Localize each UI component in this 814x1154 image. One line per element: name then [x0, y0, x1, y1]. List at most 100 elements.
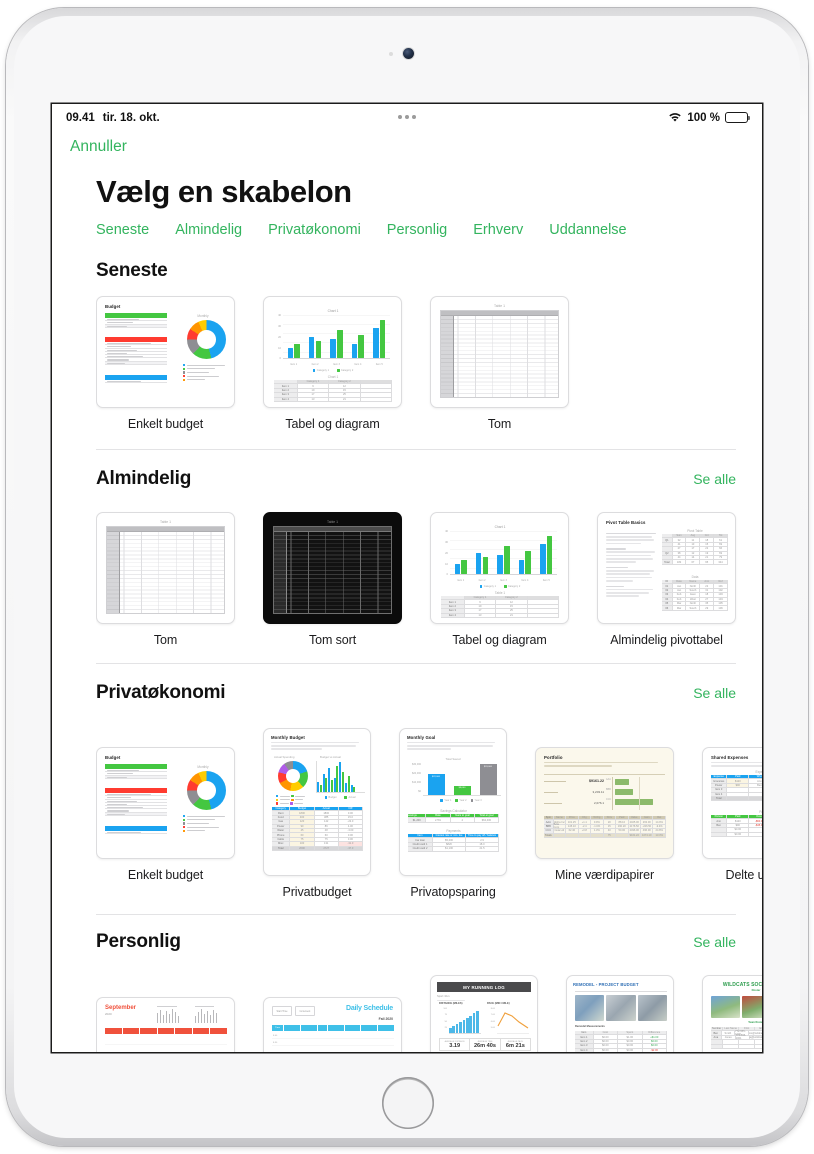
chart-legend: Category 1 Category 2: [441, 585, 559, 588]
template-card-privatopsparing[interactable]: Monthly Goal Total Saved $30,000 $20,000 …: [399, 728, 507, 899]
template-card-enkelt-budget[interactable]: Budget Monthly Enkelt budget: [96, 747, 235, 882]
thumbnail-art-monthly-budget: Monthly Budget Actual Spending Budget vs…: [264, 729, 370, 875]
template-card-privatbudget[interactable]: Monthly Budget Actual Spending Budget vs…: [263, 728, 371, 899]
template-label: Privatbudget: [282, 885, 352, 899]
tab-privatokonomi[interactable]: Privatøkonomi: [268, 222, 361, 238]
status-time: 09.41: [66, 111, 95, 124]
donut-chart: [278, 761, 308, 791]
template-card-tom[interactable]: Table 1 Tom: [430, 296, 569, 431]
status-bar: 09.41 tir. 18. okt. 100 %: [52, 104, 762, 131]
section-header: Privatøkonomi Se alle: [96, 682, 762, 704]
template-thumbnail[interactable]: Start Time Increment Daily Schedule Fall…: [263, 997, 402, 1052]
thumbnail-art-running-log: MY RUNNING LOG Sport: Run DISTANCE (MILE…: [431, 976, 537, 1052]
see-all-link[interactable]: Se alle: [693, 471, 736, 487]
template-label: Tabel og diagram: [285, 417, 380, 431]
cancel-button[interactable]: Annuller: [70, 138, 127, 156]
template-card-tom[interactable]: Table 1 Tom: [96, 512, 235, 647]
template-row[interactable]: Table 1 Tom Table 1 Tom sort Chart 1 40 …: [96, 490, 762, 647]
pivot-table-bottom: Data ID Date Name Amt Ref 01 Jan North 22 101 02…: [662, 575, 728, 611]
art-chart-caption: Monthly: [197, 314, 209, 318]
template-card-september[interactable]: September 2020: [96, 997, 235, 1052]
screen: 09.41 tir. 18. okt. 100 % Annuller Vælg …: [52, 104, 762, 1052]
data-table: Category Budget Actual Diff Rent 1800 1800 0.0…: [272, 807, 364, 851]
template-thumbnail[interactable]: Monthly Goal Total Saved $30,000 $20,000 …: [399, 728, 507, 876]
section-seneste: Seneste Budget Monthly Enkelt budget Cha…: [52, 238, 762, 431]
template-label: Tom sort: [308, 633, 357, 647]
stat-value: 3.19: [449, 1042, 461, 1049]
bar-chart: Chart 1 40 30 20 10 0 Item 1 Item 2 Item…: [441, 525, 559, 588]
template-row[interactable]: Budget: [96, 282, 762, 431]
template-label: Almindelig pivottabel: [610, 633, 723, 647]
art-title: Pivot Table Basics: [606, 520, 646, 525]
template-card-soccer-team[interactable]: WILDCATS SOCCER TEAM Roster Team Roster …: [702, 975, 762, 1052]
data-table: Table 1 Category 1 Category 2 Item 1 9 12 I…: [441, 591, 560, 618]
template-thumbnail[interactable]: September 2020: [96, 997, 235, 1052]
chart-legend: [276, 795, 310, 805]
template-card-delte-udgifter[interactable]: Shared Expenses Expenses ExpensePaidWhoA…: [702, 747, 762, 882]
template-thumbnail[interactable]: Table 1: [96, 512, 235, 624]
section-personlig: Personlig Se alle September 2020 Start T…: [52, 915, 762, 1052]
template-thumbnail[interactable]: MY RUNNING LOG Sport: Run DISTANCE (MILE…: [430, 975, 538, 1052]
tab-almindelig[interactable]: Almindelig: [175, 222, 242, 238]
template-thumbnail[interactable]: Monthly Budget Actual Spending Budget vs…: [263, 728, 371, 876]
template-row[interactable]: September 2020 Start Time Increment Dail…: [96, 953, 762, 1052]
template-card-almindelig-pivottabel[interactable]: Pivot Table Basics Pivot Table Sum Avg C…: [597, 512, 736, 647]
savings-calculator-table: Savings Calculator Monthly savings amoun…: [408, 809, 500, 823]
template-label: Enkelt budget: [127, 417, 204, 431]
template-card-remodel-budget[interactable]: REMODEL - PROJECT BUDGET Remodel Measure…: [566, 975, 674, 1052]
template-card-tom-sort[interactable]: Table 1 Tom sort: [263, 512, 402, 647]
template-row[interactable]: Budget: [96, 704, 762, 899]
tab-uddannelse[interactable]: Uddannelse: [549, 222, 626, 238]
thumbnail-art-september-calendar: September 2020: [97, 998, 234, 1052]
template-card-tabel-og-diagram[interactable]: Chart 1 40 30 20 10 0 Item 1 Item 2 Item…: [263, 296, 402, 431]
see-all-link[interactable]: Se alle: [693, 934, 736, 950]
thumbnail-art-daily-schedule: Start Time Increment Daily Schedule Fall…: [264, 998, 401, 1052]
template-thumbnail[interactable]: Budget Monthly: [96, 747, 235, 859]
holdings-table: Sym Name Price Chg %Chg Shrs Paid Value Gain Ret …: [544, 816, 666, 838]
paid-table: Paid PersonPaidOwesNetBal Ann$120-$60.00…: [711, 810, 762, 837]
template-card-running-log[interactable]: MY RUNNING LOG Sport: Run DISTANCE (MILE…: [430, 975, 538, 1052]
template-thumbnail[interactable]: Portfolio $9161.22 3,203.11 2,076.1 AAA …: [535, 747, 674, 859]
art-title: REMODEL - PROJECT BUDGET: [573, 982, 639, 987]
template-thumbnail[interactable]: REMODEL - PROJECT BUDGET Remodel Measure…: [566, 975, 674, 1052]
template-label: Tom: [487, 417, 512, 431]
template-thumbnail[interactable]: Chart 1 40 30 20 10 0 Item 1 Item 2 Item…: [263, 296, 402, 408]
thumbnail-art-pivot-table: Pivot Table Basics Pivot Table Sum Avg C…: [598, 513, 735, 623]
template-label: Delte udgifter: [725, 868, 762, 882]
thumbnail-art-blank-sheet: Table 1: [440, 304, 559, 398]
section-title: Almindelig: [96, 468, 192, 489]
art-title: Budget: [105, 304, 121, 309]
pace-line-chart: [497, 1012, 529, 1034]
template-thumbnail[interactable]: Chart 1 40 30 20 10 0 Item 1 Item 2 Item…: [430, 512, 569, 624]
template-thumbnail[interactable]: Pivot Table Basics Pivot Table Sum Avg C…: [597, 512, 736, 624]
tab-seneste[interactable]: Seneste: [96, 222, 149, 238]
donut-chart: [187, 771, 226, 810]
thumbnail-art-chart-table: Chart 1 40 30 20 10 0 Item 1 Item 2 Item…: [264, 297, 401, 407]
thumbnail-art-remodel-budget: REMODEL - PROJECT BUDGET Remodel Measure…: [567, 976, 673, 1052]
template-thumbnail[interactable]: Budget Monthly: [96, 296, 235, 408]
bar-chart: Chart 1 40 30 20 10 0 Item 1 Item 2 Item…: [274, 309, 392, 372]
template-card-enkelt-budget[interactable]: Budget Monthly Enkelt budget: [96, 296, 235, 431]
thumbnail-art-shared-expenses: Shared Expenses Expenses ExpensePaidWhoA…: [703, 748, 762, 858]
home-button[interactable]: [382, 1077, 434, 1129]
battery-full-icon: [725, 112, 751, 123]
template-card-mine-vaerdipapirer[interactable]: Portfolio $9161.22 3,203.11 2,076.1 AAA …: [535, 747, 674, 882]
template-card-tabel-og-diagram[interactable]: Chart 1 40 30 20 10 0 Item 1 Item 2 Item…: [430, 512, 569, 647]
chart-title: Chart 1: [327, 309, 339, 313]
chart-plot-area: [283, 315, 390, 359]
see-all-link[interactable]: Se alle: [693, 685, 736, 701]
chart-legend: [183, 364, 231, 382]
template-thumbnail[interactable]: Table 1: [263, 512, 402, 624]
template-thumbnail[interactable]: Table 1: [430, 296, 569, 408]
x-axis-labels: Item 1 Item 2 Item 3 Item 4 Item 5: [290, 363, 383, 366]
page-title: Vælg en skabelon: [96, 174, 352, 209]
tab-erhverv[interactable]: Erhverv: [473, 222, 523, 238]
template-thumbnail[interactable]: Shared Expenses Expenses ExpensePaidWhoA…: [702, 747, 762, 859]
category-tabs: Seneste Almindelig Privatøkonomi Personl…: [52, 210, 762, 238]
donut-chart: [187, 320, 226, 359]
template-thumbnail[interactable]: WILDCATS SOCCER TEAM Roster Team Roster …: [702, 975, 762, 1052]
thumbnail-art-portfolio: Portfolio $9161.22 3,203.11 2,076.1 AAA …: [536, 748, 673, 858]
expenses-table: Expenses ExpensePaidWhoAmountSplit Groce…: [711, 770, 762, 802]
template-card-daily-schedule[interactable]: Start Time Increment Daily Schedule Fall…: [263, 997, 402, 1052]
tab-personlig[interactable]: Personlig: [387, 222, 447, 238]
